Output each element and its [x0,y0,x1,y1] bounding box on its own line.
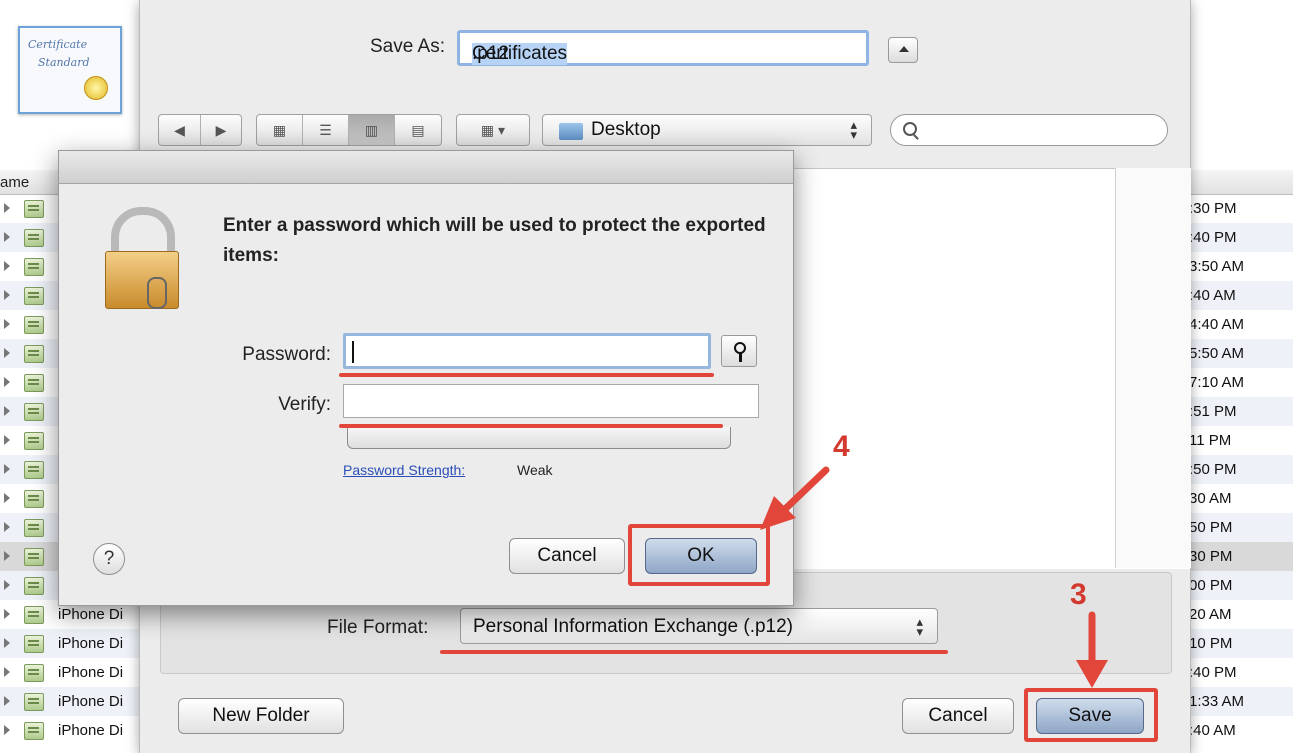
arrow-head-3-icon [1076,660,1108,688]
annotation-arrows [760,466,1108,688]
